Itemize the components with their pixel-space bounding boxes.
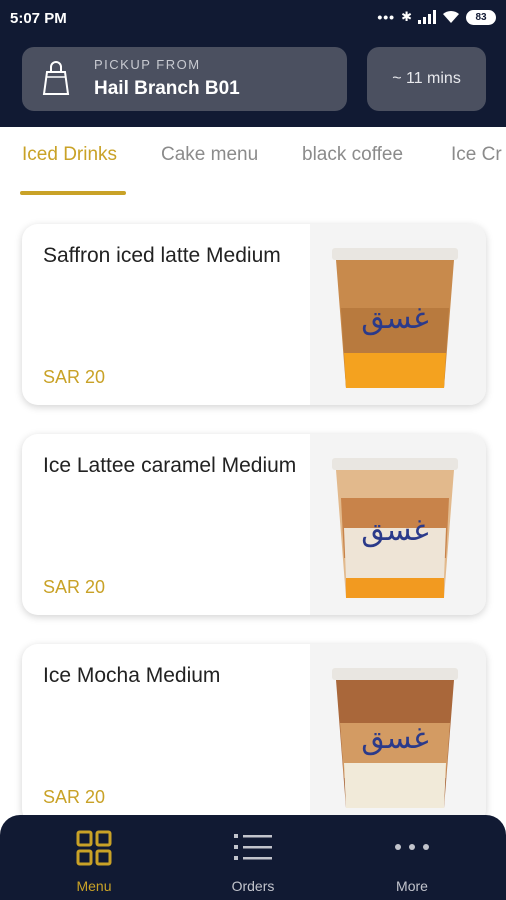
app-header: 5:07 PM ••• ✱ 83 PICKUP FROM Hail Branch… <box>0 0 506 127</box>
product-card[interactable]: Ice Lattee caramel Medium SAR 20 غسق <box>22 434 486 615</box>
notification-dots-icon: ••• <box>377 9 396 25</box>
tab-cake-menu[interactable]: Cake menu <box>161 144 258 166</box>
nav-orders[interactable]: Orders <box>169 815 337 900</box>
product-price: SAR 20 <box>43 367 106 387</box>
category-tabs: Iced Drinks Cake menu black coffee Ice C… <box>0 127 506 199</box>
shopping-bag-icon <box>42 61 70 95</box>
product-name: Ice Mocha Medium <box>43 664 221 687</box>
iced-latte-cup-icon: غسق <box>332 458 458 598</box>
product-card[interactable]: Ice Mocha Medium SAR 20 غسق <box>22 644 486 825</box>
product-price: SAR 20 <box>43 577 106 597</box>
pickup-location-button[interactable]: PICKUP FROM Hail Branch B01 <box>22 47 347 111</box>
product-name: Saffron iced latte Medium <box>43 244 281 267</box>
wifi-icon <box>443 10 459 23</box>
nav-more-label: More <box>396 878 428 894</box>
more-icon <box>395 844 429 850</box>
nav-menu[interactable]: Menu <box>10 815 178 900</box>
product-image: غسق <box>310 224 486 405</box>
iced-mocha-cup-icon: غسق <box>332 668 458 808</box>
bottom-navigation: Menu Orders More <box>0 815 506 900</box>
nav-more[interactable]: More <box>328 815 496 900</box>
svg-text:غسق: غسق <box>361 301 428 336</box>
tab-ice-cream[interactable]: Ice Cr <box>451 144 502 166</box>
svg-text:غسق: غسق <box>361 721 428 756</box>
battery-icon: 83 <box>466 9 496 25</box>
iced-latte-cup-icon: غسق <box>332 248 458 388</box>
product-price: SAR 20 <box>43 787 106 807</box>
product-name: Ice Lattee caramel Medium <box>43 454 297 477</box>
grid-icon <box>76 830 112 866</box>
status-bar: 5:07 PM ••• ✱ 83 <box>0 0 506 36</box>
eta-badge[interactable]: ~ 11 mins <box>367 47 486 111</box>
product-card[interactable]: Saffron iced latte Medium SAR 20 غسق <box>22 224 486 405</box>
status-icons: ••• ✱ 83 <box>377 9 496 25</box>
tab-iced-drinks[interactable]: Iced Drinks <box>22 144 117 166</box>
pickup-label: PICKUP FROM <box>94 57 201 72</box>
pickup-branch-name: Hail Branch B01 <box>94 78 240 99</box>
nav-menu-label: Menu <box>76 878 112 894</box>
svg-text:غسق: غسق <box>361 513 428 548</box>
status-time: 5:07 PM <box>10 10 67 27</box>
product-image: غسق <box>310 434 486 615</box>
tab-black-coffee[interactable]: black coffee <box>302 144 403 166</box>
list-icon <box>234 834 272 860</box>
bluetooth-icon: ✱ <box>401 9 412 24</box>
product-image: غسق <box>310 644 486 825</box>
active-tab-indicator <box>20 191 126 195</box>
cell-signal-icon <box>418 10 436 24</box>
nav-orders-label: Orders <box>231 878 275 894</box>
